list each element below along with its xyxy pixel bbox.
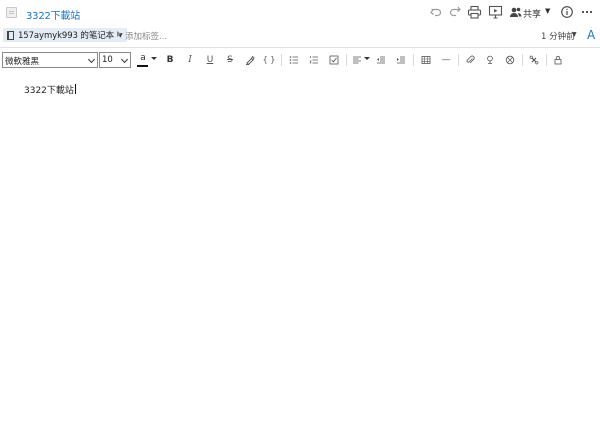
strikethrough-button[interactable]: S xyxy=(223,53,237,67)
text-color-chevron-down-icon[interactable] xyxy=(151,57,157,60)
bold-button[interactable]: B xyxy=(163,53,177,67)
insert-link-icon[interactable] xyxy=(527,53,541,67)
note-body-content: 3322下載站 xyxy=(24,86,74,96)
font-settings-button[interactable]: A xyxy=(587,28,595,42)
clear-format-icon[interactable] xyxy=(503,53,517,67)
table-icon[interactable] xyxy=(419,53,433,67)
share-chevron-down-icon[interactable]: ▼ xyxy=(545,7,550,15)
highlight-icon[interactable] xyxy=(243,53,257,67)
font-size-value: 10 xyxy=(102,55,113,65)
italic-button[interactable]: I xyxy=(183,53,197,67)
add-tag-input[interactable]: 添加标签... xyxy=(125,30,167,42)
numbered-list-icon[interactable] xyxy=(307,53,321,67)
attachment-icon[interactable] xyxy=(463,53,477,67)
print-icon[interactable] xyxy=(467,5,482,20)
note-thumbnail-icon xyxy=(6,7,17,18)
undo-icon[interactable] xyxy=(429,5,443,20)
outdent-icon[interactable] xyxy=(374,53,388,67)
share-button[interactable]: 共享 xyxy=(523,7,541,20)
toolbar-separator xyxy=(546,54,547,66)
info-icon[interactable] xyxy=(560,5,574,20)
font-size-select[interactable]: 10 xyxy=(99,52,131,68)
font-family-value: 微軟雅黑 xyxy=(5,57,40,67)
bulleted-list-icon[interactable] xyxy=(287,53,301,67)
notebook-icon xyxy=(7,30,14,40)
toolbar-separator xyxy=(413,54,414,66)
more-icon[interactable] xyxy=(580,5,594,20)
font-size-chevron-down-icon xyxy=(120,55,129,64)
tag-arrow-icon xyxy=(117,31,121,37)
toolbar-separator xyxy=(346,54,347,66)
checkbox-list-icon[interactable] xyxy=(327,53,341,67)
modified-time[interactable]: 1 分钟前 xyxy=(541,30,575,42)
present-icon[interactable] xyxy=(488,5,503,20)
align-chevron-down-icon[interactable] xyxy=(364,57,370,60)
header-divider xyxy=(0,47,600,48)
encrypt-lock-icon[interactable] xyxy=(551,53,565,67)
font-family-chevron-down-icon xyxy=(87,55,96,64)
note-editor[interactable] xyxy=(0,74,600,421)
note-body-text[interactable]: 3322下載站 xyxy=(24,83,76,96)
underline-button[interactable]: U xyxy=(203,53,217,67)
toolbar-separator xyxy=(458,54,459,66)
toolbar-separator xyxy=(281,54,282,66)
note-title[interactable]: 3322下載站 xyxy=(26,7,80,22)
record-audio-icon[interactable] xyxy=(483,53,497,67)
text-cursor xyxy=(74,84,76,94)
redo-icon[interactable] xyxy=(448,5,462,20)
indent-icon[interactable] xyxy=(394,53,408,67)
align-left-icon[interactable] xyxy=(350,53,364,67)
notebook-label: 157aymyk993 的笔记本 xyxy=(18,31,115,41)
modified-time-chevron-down-icon[interactable]: ▼ xyxy=(572,31,577,38)
code-button[interactable]: { } xyxy=(262,53,276,67)
notebook-selector[interactable]: 157aymyk993 的笔记本 ▼ xyxy=(3,28,127,42)
horizontal-rule-button[interactable]: — xyxy=(439,53,453,67)
text-color-swatch xyxy=(137,65,148,67)
share-people-icon[interactable] xyxy=(509,5,522,20)
font-family-select[interactable]: 微軟雅黑 xyxy=(2,52,98,68)
note-header: 3322下載站 共享 ▼ xyxy=(0,0,600,26)
toolbar-separator xyxy=(522,54,523,66)
